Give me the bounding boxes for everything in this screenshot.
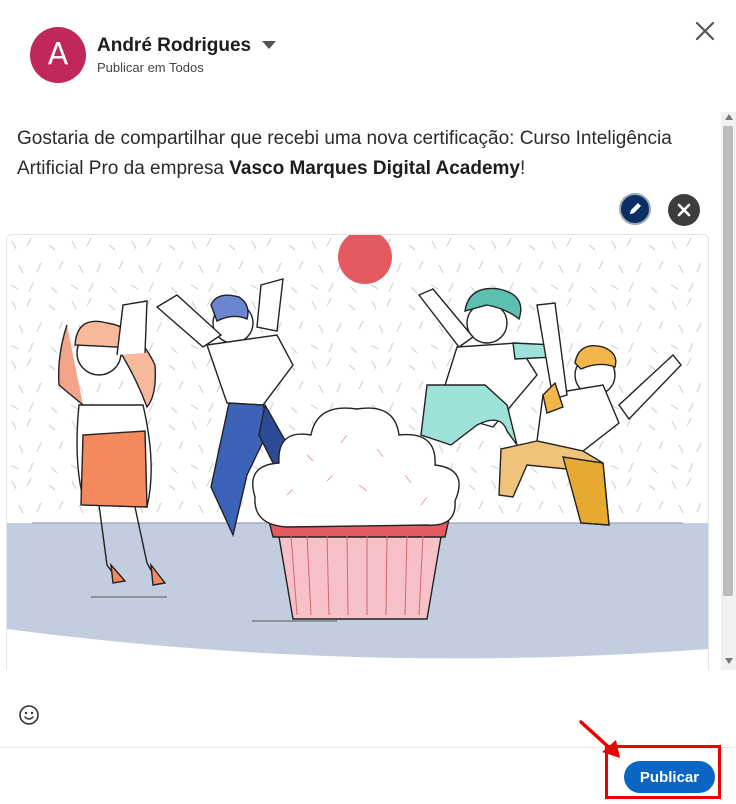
x-icon (677, 203, 691, 217)
scroll-thumb[interactable] (723, 126, 733, 596)
user-name[interactable]: André Rodrigues (97, 35, 251, 57)
remove-image-button[interactable] (668, 194, 700, 226)
post-text[interactable]: Gostaria de compartilhar que recebi uma … (17, 124, 707, 184)
smiley-icon[interactable] (18, 704, 40, 726)
scroll-down-arrow-icon[interactable] (725, 658, 733, 664)
footer-divider (0, 747, 736, 748)
publish-button[interactable]: Publicar (624, 761, 715, 793)
close-icon[interactable] (692, 18, 718, 44)
scroll-up-arrow-icon[interactable] (725, 114, 733, 120)
avatar[interactable]: A (30, 27, 86, 83)
annotation-arrow-icon (579, 720, 620, 758)
post-editor-scroll-area[interactable]: Gostaria de compartilhar que recebi uma … (0, 112, 736, 670)
post-text-part2: ! (520, 158, 526, 179)
audience-label[interactable]: Publicar em Todos (97, 60, 204, 75)
edit-image-button[interactable] (619, 193, 651, 225)
post-text-bold: Vasco Marques Digital Academy (229, 158, 520, 179)
scrollbar[interactable] (721, 112, 736, 670)
post-image[interactable] (6, 234, 709, 670)
chevron-down-icon[interactable] (262, 41, 276, 49)
celebration-illustration (7, 235, 708, 659)
post-header: A André Rodrigues Publicar em Todos (0, 0, 736, 100)
pencil-icon (630, 203, 641, 214)
